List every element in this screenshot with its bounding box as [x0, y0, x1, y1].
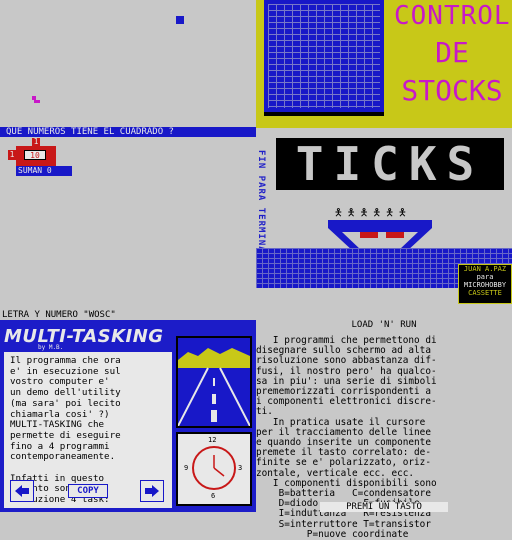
- marker-top: 1: [32, 137, 40, 146]
- badge-line-3: MICROHOBBY: [463, 281, 507, 289]
- ticks-logo: TICKS: [295, 137, 485, 191]
- magenta-sprite-tail: [34, 100, 40, 103]
- clock-num-6: 6: [211, 492, 216, 500]
- road-icon: [178, 338, 250, 426]
- clock-task-window: 12 3 6 9: [176, 432, 252, 506]
- blue-square-sprite: [176, 16, 184, 24]
- road-task-window: [176, 336, 252, 428]
- right-arrow-icon: [145, 485, 159, 497]
- badge-line-2: para: [476, 273, 494, 281]
- multitasking-title: MULTI-TASKING: [4, 326, 164, 347]
- shelf-base: [264, 112, 384, 116]
- ticks-figures: 🯅🯅🯅🯅🯅🯅: [334, 208, 411, 219]
- right-arrow-button[interactable]: [140, 480, 164, 502]
- control-title-3: STOCKS: [401, 74, 503, 107]
- ticks-red-pad-right: [386, 232, 404, 238]
- load-n-run-title: LOAD 'N' RUN: [351, 320, 417, 330]
- answer-box[interactable]: 10: [24, 150, 46, 160]
- shelf-grid: [268, 4, 380, 108]
- multitasking-byline: by M.B.: [38, 344, 64, 351]
- control-stocks-screen: CONTROL DE STOCKS: [256, 0, 512, 128]
- copy-button[interactable]: COPY: [68, 484, 108, 498]
- ticks-platform: [328, 220, 432, 228]
- letra-prompt: LETRA Y NUMERO "WOSC": [2, 310, 116, 320]
- clock-num-3: 3: [238, 464, 243, 472]
- left-arrow-button[interactable]: [10, 480, 34, 502]
- control-title-1: CONTROL: [394, 1, 511, 31]
- ticks-screen: FIN PARA TERMINAR TICKS 🯅🯅🯅🯅🯅🯅 JUAN A.PA…: [256, 128, 512, 304]
- badge-line-1: JUAN A.PAZ: [463, 265, 507, 273]
- clock-num-9: 9: [184, 464, 189, 472]
- ticks-red-pad-left: [360, 232, 378, 238]
- left-arrow-icon: [15, 485, 29, 497]
- marker-left: 1: [8, 150, 16, 160]
- badge-line-4: CASSETTE: [468, 289, 502, 297]
- quiz-question: QUE NUMEROS TIENE EL CUADRADO ?: [0, 127, 256, 137]
- ticks-badge: JUAN A.PAZ para MICROHOBBY CASSETTE: [458, 264, 512, 304]
- load-n-run-footer[interactable]: PREMI UN TASTO: [320, 502, 448, 512]
- letra-screen: [0, 176, 256, 320]
- clock-hands-icon: [213, 455, 225, 477]
- control-title-2: DE: [435, 36, 469, 69]
- clock-num-12: 12: [208, 436, 217, 444]
- sum-label: SUMAN 0: [16, 166, 72, 176]
